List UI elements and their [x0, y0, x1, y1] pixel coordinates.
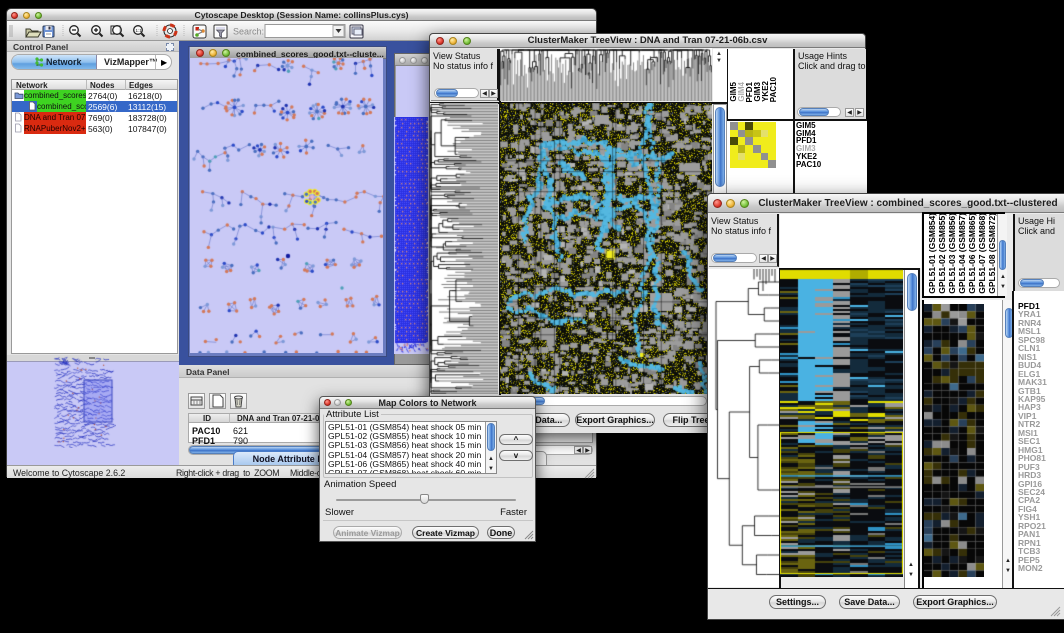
- svg-text:1:1: 1:1: [136, 28, 143, 33]
- svg-text:Search:: Search:: [233, 27, 264, 37]
